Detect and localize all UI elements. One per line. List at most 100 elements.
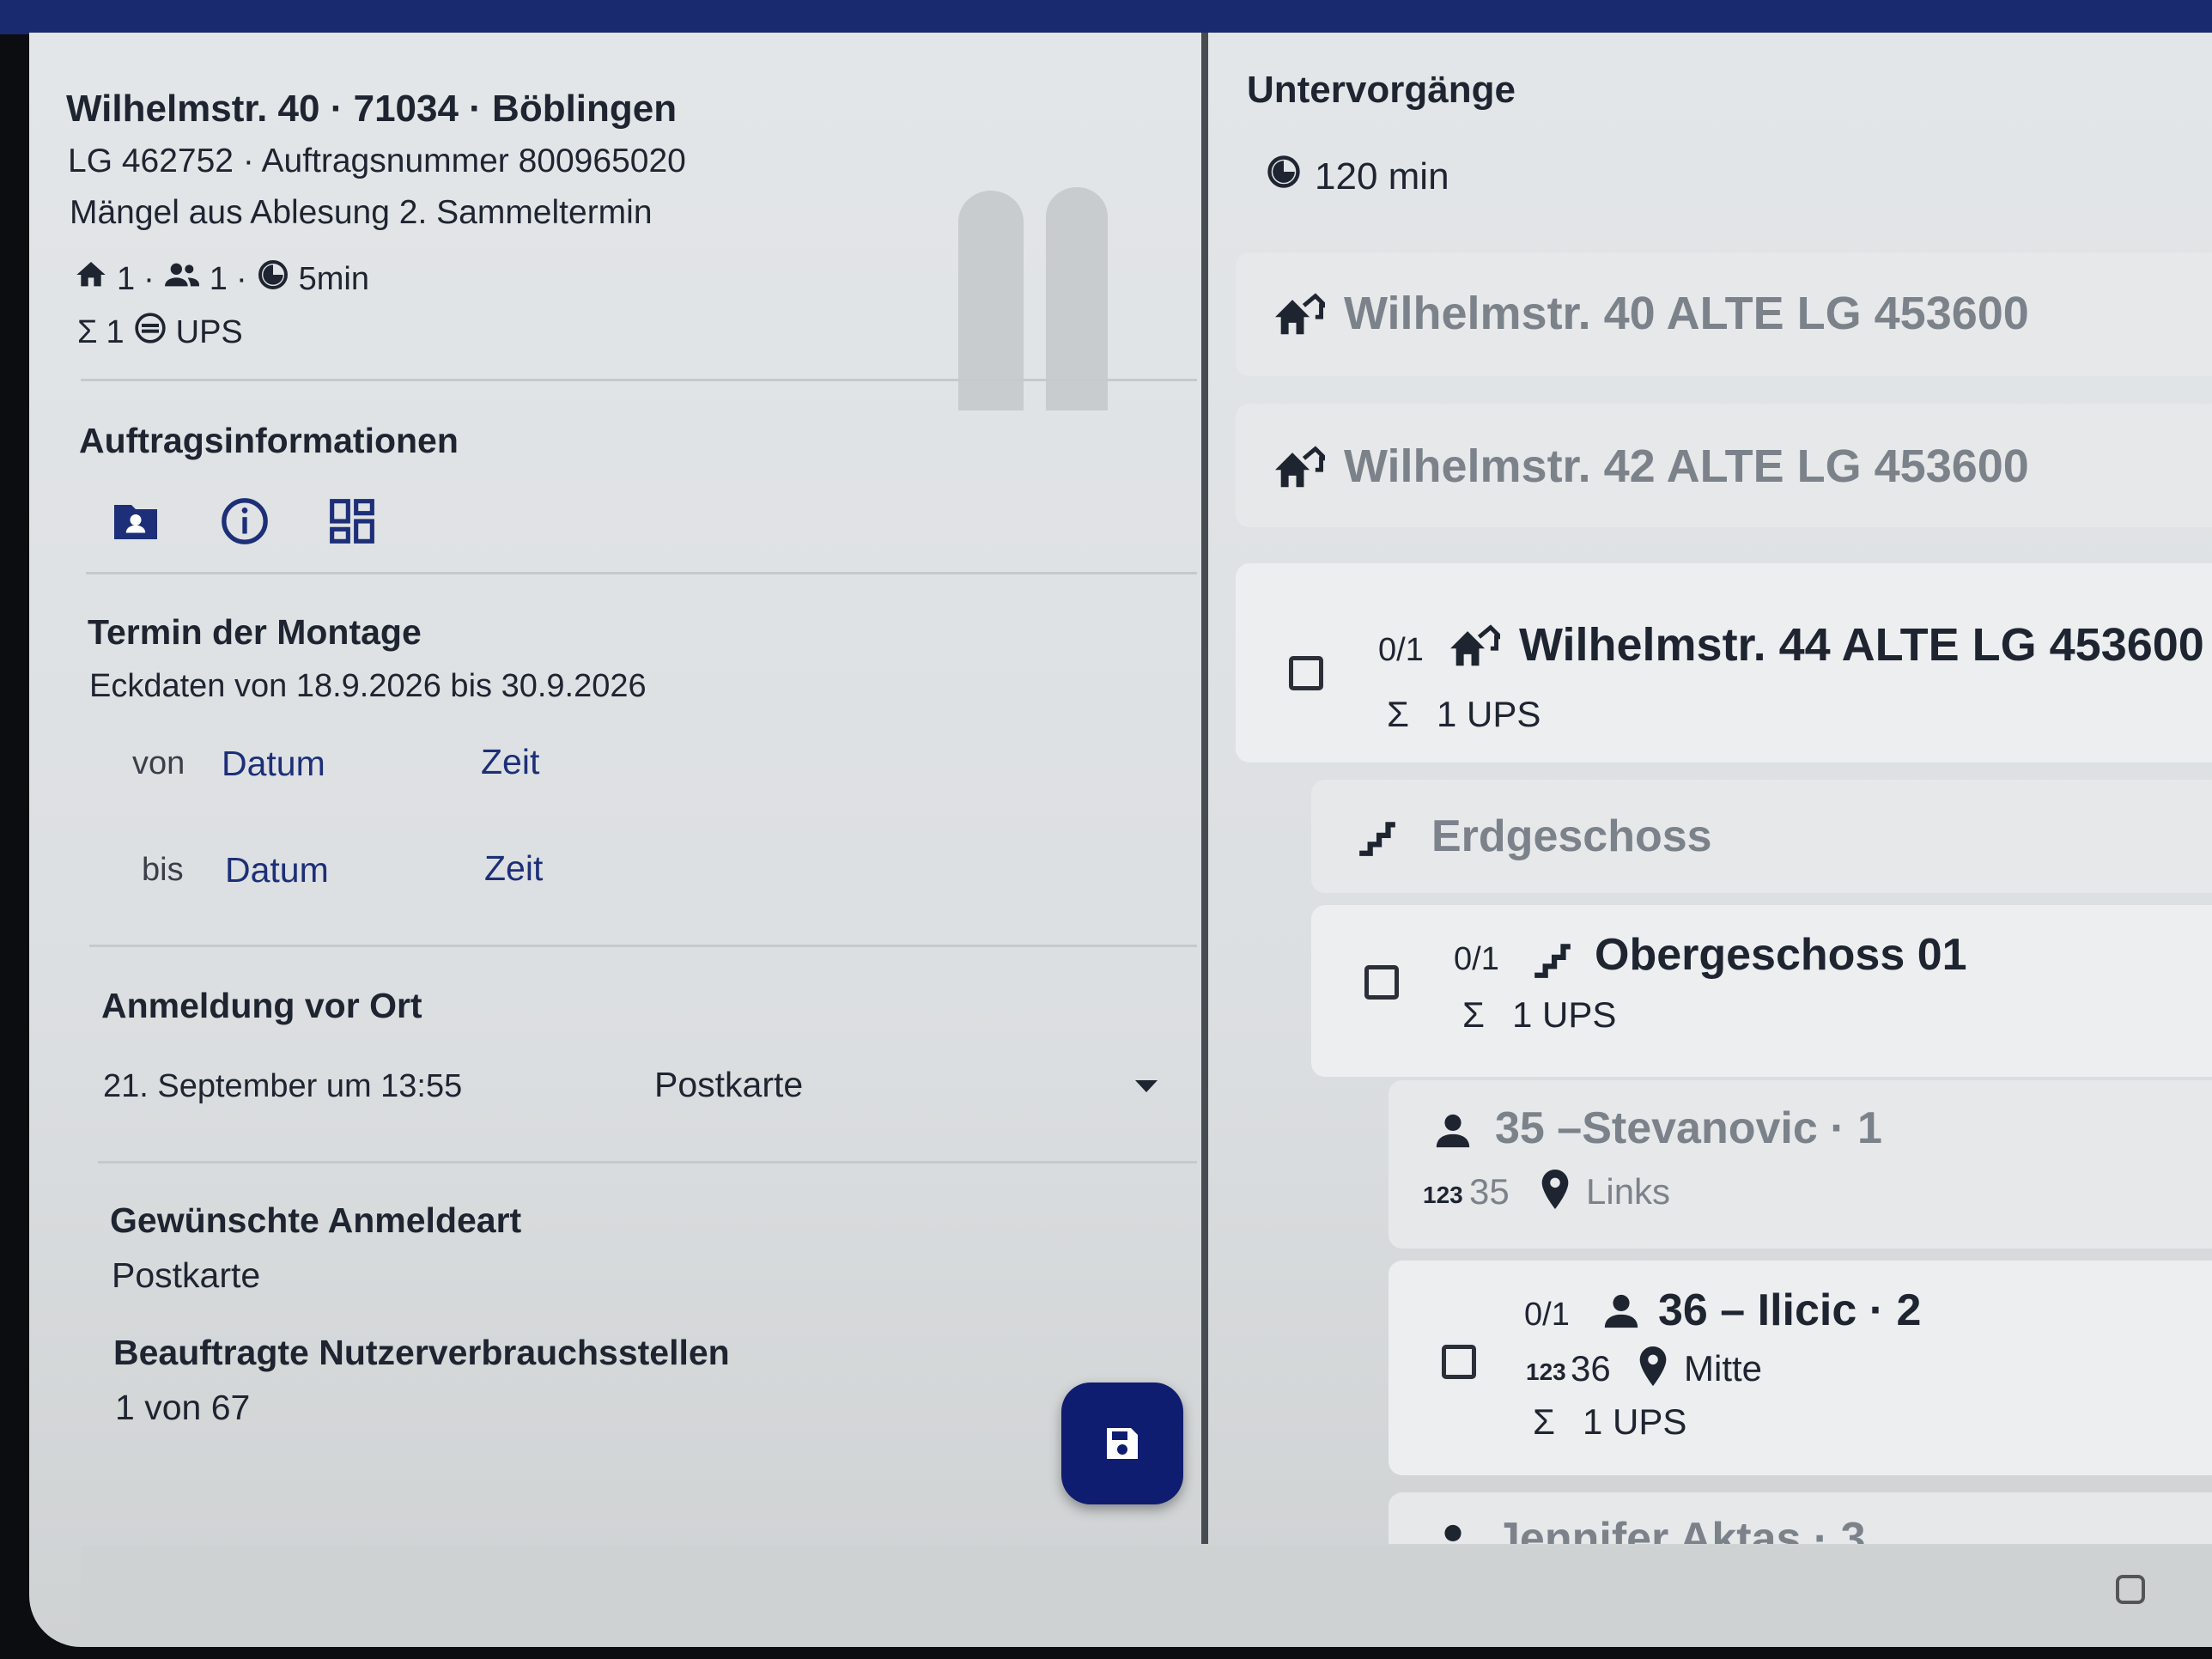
from-date-field[interactable]: Datum — [222, 744, 325, 784]
to-time-field[interactable]: Zeit — [484, 848, 543, 889]
assigned-points-value: 1 von 67 — [115, 1388, 251, 1427]
person-icon — [1436, 1114, 1470, 1148]
sub-item-title: 35 –Stevanovic · 1 — [1495, 1103, 1882, 1153]
home-icon — [74, 258, 108, 301]
section-heading-schedule: Termin der Montage — [88, 612, 422, 652]
sub-item-title: Erdgeschoss — [1431, 811, 1712, 861]
house-44-checkbox[interactable] — [1289, 656, 1323, 690]
desired-method-value: Postkarte — [112, 1255, 261, 1295]
sub-item-house-42[interactable]: Wilhelmstr. 42 ALTE LG 453600 — [1236, 404, 2212, 527]
divider — [89, 945, 1197, 947]
person-icon — [1444, 1524, 1462, 1541]
people-icon — [163, 258, 201, 301]
divider — [81, 379, 1197, 381]
recent-apps-icon[interactable] — [2116, 1575, 2145, 1604]
sub-item-house-44[interactable]: 0/1 Wilhelmstr. 44 ALTE LG 453600 Σ 1 UP… — [1236, 563, 2212, 763]
sub-item-house-40[interactable]: Wilhelmstr. 40 ALTE LG 453600 — [1236, 252, 2212, 376]
sigma-icon: Σ — [1462, 994, 1485, 1035]
stairs-icon — [1534, 944, 1571, 978]
info-icon[interactable] — [220, 496, 270, 550]
floor-og01-checkbox[interactable] — [1364, 965, 1399, 1000]
registration-date: 21. September um 13:55 — [103, 1068, 463, 1104]
section-heading-registration: Anmeldung vor Ort — [101, 986, 422, 1025]
registration-method-select[interactable]: Postkarte — [654, 1065, 1170, 1113]
unit-location: Links — [1586, 1171, 1671, 1212]
houses-icon — [1275, 446, 1325, 488]
sub-item-title: Wilhelmstr. 40 ALTE LG 453600 — [1344, 288, 2029, 339]
sub-duration-value: 120 min — [1315, 155, 1449, 198]
sub-item-floor-og01[interactable]: 0/1 Obergeschoss 01 Σ 1 UPS — [1311, 905, 2212, 1077]
sub-processes-heading: Untervorgänge — [1247, 69, 1516, 111]
unit-36-checkbox[interactable] — [1442, 1345, 1476, 1379]
order-sum-row: Σ 1 UPS — [77, 311, 243, 354]
app-screen: Wilhelmstr. 40 · 71034 · Böblingen LG 46… — [29, 33, 2212, 1647]
separator: · — [143, 260, 155, 297]
pane-divider — [1201, 33, 1208, 1544]
sub-item-unit-aktas[interactable]: Jennifer Aktas · 3 — [1389, 1492, 2212, 1544]
number-icon: 123 — [1526, 1358, 1566, 1385]
houses-count: 1 — [117, 260, 136, 297]
houses-icon — [1450, 624, 1500, 666]
sum-value: 1 UPS — [1583, 1401, 1687, 1442]
unit-number: 35 — [1469, 1171, 1510, 1212]
location-pin-icon — [1639, 1346, 1667, 1386]
section-heading-info: Auftragsinformationen — [79, 421, 459, 460]
stairs-icon — [1359, 822, 1395, 856]
sub-duration: 120 min — [1265, 153, 1449, 200]
progress-count: 0/1 — [1454, 941, 1499, 977]
to-date-field[interactable]: Datum — [225, 850, 329, 890]
sum-value: 1 UPS — [1437, 694, 1541, 734]
sub-item-title: Wilhelmstr. 44 ALTE LG 453600 — [1519, 619, 2204, 671]
schedule-range: Eckdaten von 18.9.2026 bis 30.9.2026 — [89, 668, 647, 704]
location-pin-icon — [1541, 1170, 1569, 1209]
persons-count: 1 — [209, 260, 228, 297]
save-button[interactable] — [1061, 1382, 1183, 1504]
sub-processes-pane: Untervorgänge 120 min Wilhelmstr. 40 ALT… — [1208, 33, 2212, 1544]
sub-item-title: Jennifer Aktas · 3 — [1495, 1514, 1866, 1544]
sigma-icon: Σ — [1533, 1401, 1555, 1442]
progress-count: 0/1 — [1378, 632, 1424, 668]
system-top-bar — [0, 0, 2212, 34]
duration: 5min — [298, 260, 369, 297]
assigned-points-label: Beauftragte Nutzerverbrauchsstellen — [113, 1333, 730, 1372]
dropdown-arrow-icon — [1135, 1080, 1158, 1092]
timer-icon — [1265, 153, 1303, 200]
registration-method-value: Postkarte — [654, 1065, 804, 1104]
sum-count: 1 — [106, 313, 125, 350]
divider — [86, 572, 1197, 574]
order-id-line: LG 462752 · Auftragsnummer 800965020 — [68, 143, 686, 179]
from-time-field[interactable]: Zeit — [481, 742, 539, 782]
sum-value: 1 UPS — [1512, 994, 1617, 1035]
city-towers-illustration — [958, 187, 1108, 410]
save-icon — [1107, 1428, 1138, 1459]
number-icon: 123 — [1423, 1182, 1463, 1208]
dashboard-icon[interactable] — [328, 496, 376, 550]
sub-item-title: 36 – Ilicic · 2 — [1658, 1285, 1922, 1335]
progress-count: 0/1 — [1524, 1297, 1570, 1333]
divider — [98, 1161, 1197, 1164]
order-detail-pane: Wilhelmstr. 40 · 71034 · Böblingen LG 46… — [29, 33, 1201, 1544]
sigma-icon: Σ — [77, 313, 98, 350]
sub-item-title: Obergeschoss 01 — [1595, 930, 1967, 980]
houses-icon — [1275, 293, 1325, 335]
bottom-navigation-area — [81, 1546, 2212, 1647]
person-icon — [1604, 1294, 1638, 1328]
sub-item-unit-36[interactable]: 0/1 36 – Ilicic · 2 123 36 Mitte Σ 1 UPS — [1389, 1261, 2212, 1475]
sub-item-unit-35[interactable]: 35 –Stevanovic · 1 123 35 Links — [1389, 1080, 2212, 1249]
from-label: von — [132, 745, 185, 781]
sigma-icon: Σ — [1387, 694, 1409, 734]
order-stats-row: 1 · 1 · 5min — [74, 258, 369, 301]
separator: · — [235, 260, 247, 297]
order-reason: Mängel aus Ablesung 2. Sammeltermin — [70, 194, 653, 231]
sub-item-title: Wilhelmstr. 42 ALTE LG 453600 — [1344, 441, 2029, 492]
contact-folder-icon[interactable] — [110, 501, 161, 548]
sub-item-floor-eg[interactable]: Erdgeschoss — [1311, 780, 2212, 893]
desired-method-label: Gewünschte Anmeldeart — [110, 1200, 522, 1240]
unit-number: 36 — [1571, 1348, 1611, 1389]
device-type: UPS — [175, 313, 243, 350]
timer-icon — [256, 258, 290, 301]
order-address: Wilhelmstr. 40 · 71034 · Böblingen — [66, 88, 678, 130]
to-label: bis — [142, 852, 184, 888]
unit-location: Mitte — [1684, 1348, 1763, 1389]
device-icon — [133, 311, 167, 354]
